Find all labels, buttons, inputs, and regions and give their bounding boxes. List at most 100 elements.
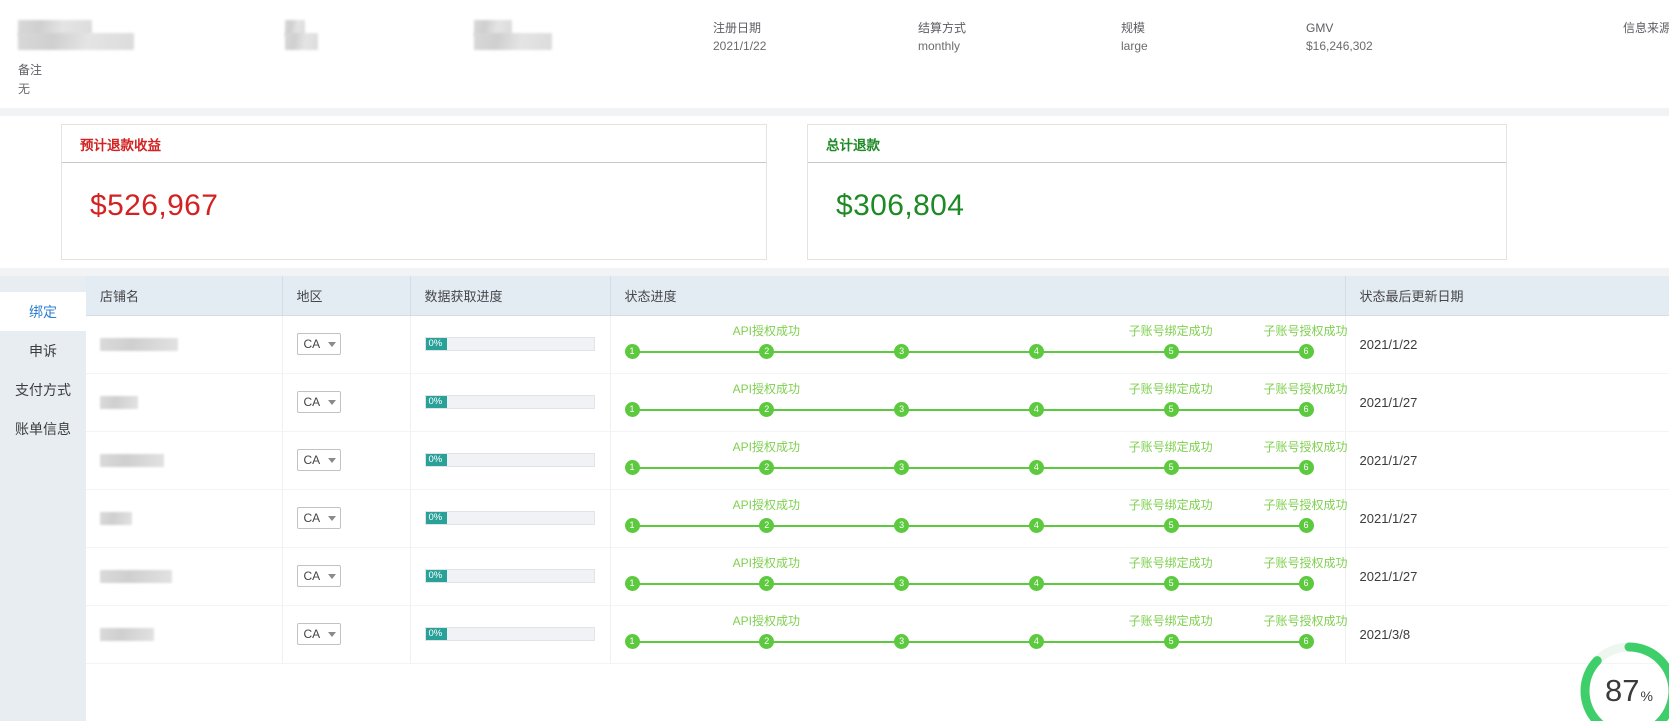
stepper-step-2[interactable]: 2 (759, 402, 774, 417)
side-tab-list: 绑定 申诉 支付方式 账单信息 (0, 276, 86, 721)
stepper-step-3[interactable]: 3 (894, 402, 909, 417)
header-divider (0, 108, 1669, 116)
stepper-step-4[interactable]: 4 (1029, 460, 1044, 475)
stepper-step-6[interactable]: 6 (1299, 518, 1314, 533)
stepper-step-1[interactable]: 1 (625, 402, 640, 417)
stepper-label-5: 子账号绑定成功 (1129, 496, 1213, 513)
column-header-data-progress[interactable]: 数据获取进度 (410, 276, 610, 315)
sidebar-item-label: 账单信息 (15, 419, 71, 439)
column-header-last-update-date[interactable]: 状态最后更新日期 (1345, 276, 1669, 315)
stepper-step-2[interactable]: 2 (759, 634, 774, 649)
stepper-step-2[interactable]: 2 (759, 576, 774, 591)
gauge-number: 87 (1605, 673, 1639, 709)
stepper-step-4[interactable]: 4 (1029, 518, 1044, 533)
data-progress-bar: 0% (425, 453, 595, 467)
table-row[interactable]: CA0%12API授权成功345子账号绑定成功6子账号授权成功2021/1/27 (86, 547, 1669, 605)
sidebar-item-billing-info[interactable]: 账单信息 (0, 409, 86, 448)
cell-region: CA (282, 489, 410, 547)
stepper-step-1[interactable]: 1 (625, 576, 640, 591)
lower-section: 绑定 申诉 支付方式 账单信息 店铺名 地区 数 (0, 276, 1669, 721)
data-progress-bar: 0% (425, 337, 595, 351)
table-row[interactable]: CA0%12API授权成功345子账号绑定成功6子账号授权成功2021/1/27 (86, 373, 1669, 431)
data-progress-bar: 0% (425, 627, 595, 641)
region-select-value: CA (304, 569, 321, 583)
meta-info-source: 信息来源 (1623, 20, 1669, 38)
page-root: 注册日期 2021/1/22 结算方式 monthly 规模 large GMV… (0, 0, 1669, 721)
stepper-step-6[interactable]: 6 (1299, 634, 1314, 649)
region-select[interactable]: CA (297, 623, 341, 645)
progress-percent-label: 0% (426, 397, 443, 407)
shops-table: 店铺名 地区 数据获取进度 状态进度 状态最后更新日期 CA 0% 1 2 API授权成… (86, 276, 1669, 664)
stepper-step-1[interactable]: 1 (625, 344, 640, 359)
cell-status-progress: 12API授权成功345子账号绑定成功6子账号授权成功 (610, 489, 1345, 547)
cell-last-update-date: 2021/1/27 (1345, 373, 1669, 431)
cell-shop-name (86, 547, 282, 605)
stepper-step-1[interactable]: 1 (625, 518, 640, 533)
region-select[interactable]: CA (297, 565, 341, 587)
redacted-shop-name (100, 628, 154, 641)
table-row[interactable]: CA0%12API授权成功345子账号绑定成功6子账号授权成功2021/1/27 (86, 489, 1669, 547)
shops-table-container[interactable]: 店铺名 地区 数据获取进度 状态进度 状态最后更新日期 CA 0% 1 2 API授权成… (86, 276, 1669, 721)
note-field: 备注 无 (18, 62, 42, 98)
kpi-card-title: 总计退款 (826, 134, 880, 154)
stepper-step-4[interactable]: 4 (1029, 634, 1044, 649)
stepper-step-6[interactable]: 6 (1299, 460, 1314, 475)
meta-label: 结算方式 (918, 20, 966, 36)
kpi-card-header: 总计退款 (808, 125, 1506, 163)
stepper-step-6[interactable]: 6 (1299, 576, 1314, 591)
stepper-step-3[interactable]: 3 (894, 344, 909, 359)
region-select[interactable]: CA (297, 333, 341, 355)
region-select[interactable]: CA (297, 391, 341, 413)
stepper-step-4[interactable]: 4 (1029, 402, 1044, 417)
note-label: 备注 (18, 62, 42, 79)
stepper-label-2: API授权成功 (733, 612, 800, 629)
stepper-track (632, 583, 1306, 585)
stepper-step-6[interactable]: 6 (1299, 402, 1314, 417)
column-header-region[interactable]: 地区 (282, 276, 410, 315)
stepper-step-3[interactable]: 3 (894, 518, 909, 533)
column-header-status-progress[interactable]: 状态进度 (610, 276, 1345, 315)
meta-value: large (1121, 38, 1148, 55)
stepper-step-6[interactable]: 6 (1299, 344, 1314, 359)
stepper-step-3[interactable]: 3 (894, 576, 909, 591)
stepper-step-5[interactable]: 5 (1164, 518, 1179, 533)
region-select-value: CA (304, 453, 321, 467)
stepper-step-2[interactable]: 2 (759, 460, 774, 475)
stepper-step-1[interactable]: 1 (625, 460, 640, 475)
sidebar-item-binding[interactable]: 绑定 (0, 292, 86, 331)
stepper-step-2[interactable]: 2 (759, 344, 774, 359)
stepper-step-2[interactable]: 2 (759, 518, 774, 533)
stepper-step-4[interactable]: 4 (1029, 576, 1044, 591)
stepper-step-5[interactable]: 5 (1164, 460, 1179, 475)
stepper-label-6: 子账号授权成功 (1263, 380, 1347, 397)
region-select[interactable]: CA (297, 507, 341, 529)
table-row[interactable]: CA0%12API授权成功345子账号绑定成功6子账号授权成功2021/1/22 (86, 315, 1669, 373)
status-stepper: 12API授权成功345子账号绑定成功6子账号授权成功 (625, 322, 1335, 366)
stepper-step-5[interactable]: 5 (1164, 344, 1179, 359)
table-row[interactable]: CA0%12API授权成功345子账号绑定成功6子账号授权成功2021/3/8 (86, 605, 1669, 663)
region-select-value: CA (304, 395, 321, 409)
stepper-label-2: API授权成功 (733, 438, 800, 455)
cell-region: CA (282, 431, 410, 489)
stepper-step-5[interactable]: 5 (1164, 634, 1179, 649)
sidebar-item-appeal[interactable]: 申诉 (0, 331, 86, 370)
meta-label: GMV (1306, 20, 1373, 36)
stepper-step-1[interactable]: 1 (625, 634, 640, 649)
table-row[interactable]: CA0%12API授权成功345子账号绑定成功6子账号授权成功2021/1/27 (86, 431, 1669, 489)
sidebar-item-payment-method[interactable]: 支付方式 (0, 370, 86, 409)
cell-data-progress: 0% (410, 431, 610, 489)
region-select[interactable]: CA (297, 449, 341, 471)
meta-label: 信息来源 (1623, 20, 1669, 36)
stepper-label-5: 子账号绑定成功 (1129, 438, 1213, 455)
column-header-shop-name[interactable]: 店铺名 (86, 276, 282, 315)
meta-scale: 规模 large (1121, 20, 1148, 55)
stepper-step-3[interactable]: 3 (894, 634, 909, 649)
status-stepper: 12API授权成功345子账号绑定成功6子账号授权成功 (625, 554, 1335, 598)
progress-fill: 0% (426, 628, 448, 640)
meta-value: monthly (918, 38, 966, 55)
stepper-step-5[interactable]: 5 (1164, 576, 1179, 591)
stepper-step-3[interactable]: 3 (894, 460, 909, 475)
stepper-step-4[interactable]: 4 (1029, 344, 1044, 359)
cell-last-update-date: 2021/1/27 (1345, 547, 1669, 605)
stepper-step-5[interactable]: 5 (1164, 402, 1179, 417)
